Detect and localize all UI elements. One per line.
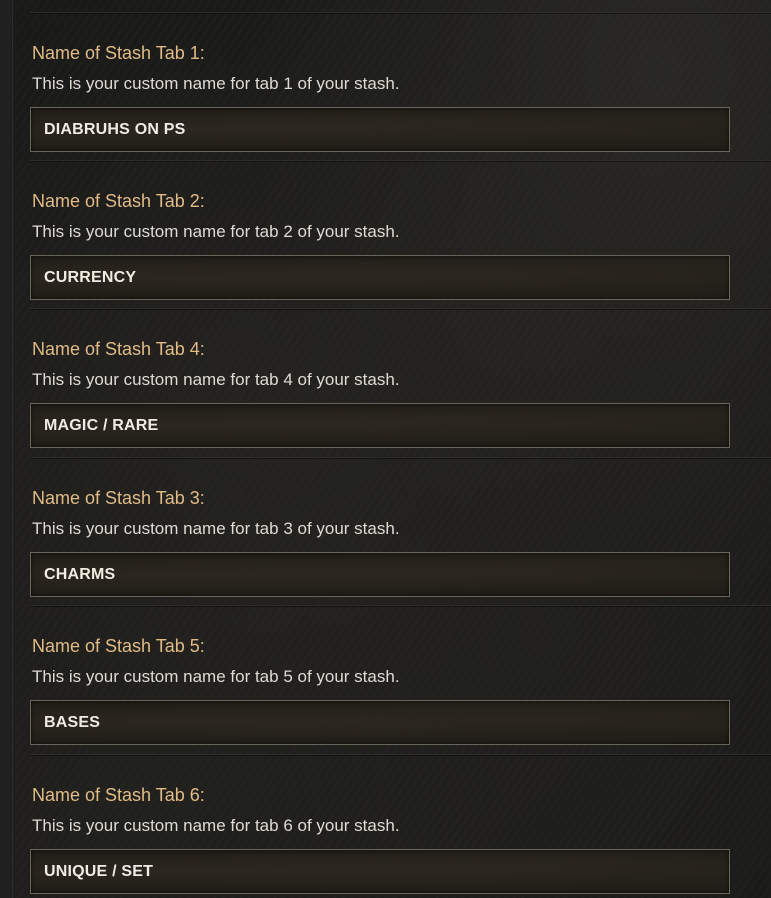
- stash-tab-2-input[interactable]: [44, 256, 729, 299]
- setting-stash-tab-5: Name of Stash Tab 5: This is your custom…: [13, 605, 771, 753]
- setting-title: Name of Stash Tab 6:: [32, 785, 205, 805]
- section-divider: [30, 160, 771, 161]
- setting-title: Name of Stash Tab 3:: [32, 488, 205, 508]
- stash-tab-5-field[interactable]: [30, 700, 730, 745]
- setting-title: Name of Stash Tab 5:: [32, 636, 205, 656]
- setting-stash-tab-3: Name of Stash Tab 3: This is your custom…: [13, 457, 771, 605]
- scroll-gutter: [0, 0, 13, 898]
- setting-title: Name of Stash Tab 4:: [32, 339, 205, 359]
- stash-tab-5-input[interactable]: [44, 701, 729, 744]
- section-divider: [30, 754, 771, 755]
- setting-description: This is your custom name for tab 6 of yo…: [32, 816, 400, 835]
- setting-description: This is your custom name for tab 3 of yo…: [32, 519, 400, 538]
- section-divider: [30, 605, 771, 606]
- stash-tab-1-input[interactable]: [44, 108, 729, 151]
- settings-panel: Name of Stash Tab 1: This is your custom…: [13, 0, 771, 898]
- setting-title: Name of Stash Tab 1:: [32, 43, 205, 63]
- section-divider: [30, 457, 771, 458]
- stash-tab-3-field[interactable]: [30, 552, 730, 597]
- setting-stash-tab-6: Name of Stash Tab 6: This is your custom…: [13, 754, 771, 898]
- setting-stash-tab-1: Name of Stash Tab 1: This is your custom…: [13, 12, 771, 160]
- stash-tab-2-field[interactable]: [30, 255, 730, 300]
- setting-description: This is your custom name for tab 4 of yo…: [32, 370, 400, 389]
- setting-description: This is your custom name for tab 5 of yo…: [32, 667, 400, 686]
- stash-tab-1-field[interactable]: [30, 107, 730, 152]
- setting-description: This is your custom name for tab 2 of yo…: [32, 222, 400, 241]
- stash-tab-6-input[interactable]: [44, 850, 729, 893]
- setting-stash-tab-4: Name of Stash Tab 4: This is your custom…: [13, 308, 771, 456]
- stash-tab-4-field[interactable]: [30, 403, 730, 448]
- stash-tab-4-input[interactable]: [44, 404, 729, 447]
- setting-stash-tab-2: Name of Stash Tab 2: This is your custom…: [13, 160, 771, 308]
- section-divider: [30, 12, 771, 13]
- setting-title: Name of Stash Tab 2:: [32, 191, 205, 211]
- setting-description: This is your custom name for tab 1 of yo…: [32, 74, 400, 93]
- section-divider: [30, 308, 771, 309]
- stash-tab-6-field[interactable]: [30, 849, 730, 894]
- stash-tab-3-input[interactable]: [44, 553, 729, 596]
